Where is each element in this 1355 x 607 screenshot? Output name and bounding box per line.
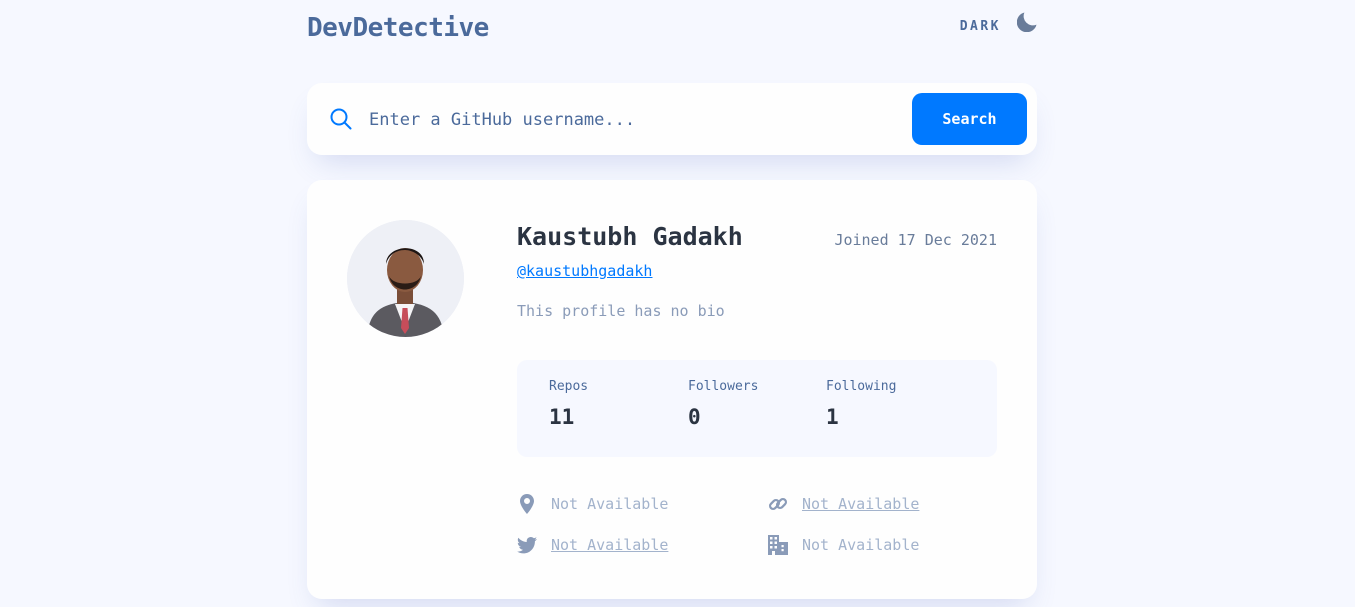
company-text: Not Available: [802, 536, 920, 554]
header: DevDetective DARK: [307, 0, 1037, 58]
search-input[interactable]: [367, 103, 891, 137]
stat-followers: Followers 0: [688, 379, 758, 429]
stat-value: 11: [549, 405, 575, 429]
location-info: Not Available: [517, 494, 668, 514]
app-logo: DevDetective: [307, 13, 489, 43]
stat-repos: Repos 11: [549, 379, 588, 429]
theme-toggle[interactable]: DARK: [960, 12, 1037, 36]
twitter-info: Not Available: [517, 535, 668, 555]
moon-icon: [1016, 12, 1037, 36]
stat-label: Following: [826, 379, 897, 394]
twitter-link[interactable]: Not Available: [551, 536, 668, 554]
website-link[interactable]: Not Available: [802, 495, 919, 513]
stat-following: Following 1: [826, 379, 896, 429]
website-info: Not Available: [768, 494, 919, 514]
stat-value: 0: [688, 405, 701, 429]
building-icon: [768, 535, 788, 555]
search-button[interactable]: Search: [912, 93, 1027, 145]
theme-toggle-label: DARK: [959, 18, 1001, 34]
company-info: Not Available: [768, 535, 919, 555]
stat-label: Followers: [688, 379, 759, 394]
profile-card: Kaustubh Gadakh Joined 17 Dec 2021 @kaus…: [307, 180, 1037, 599]
profile-bio: This profile has no bio: [517, 302, 725, 320]
stats-panel: Repos 11 Followers 0 Following 1: [517, 360, 997, 457]
search-icon: [330, 108, 352, 134]
location-text: Not Available: [551, 495, 669, 513]
twitter-icon: [517, 535, 537, 555]
profile-name: Kaustubh Gadakh: [517, 222, 743, 251]
app-container: DevDetective DARK Search: [307, 0, 1037, 599]
joined-date: Joined 17 Dec 2021: [834, 231, 997, 249]
stat-label: Repos: [549, 379, 589, 394]
link-icon: [768, 494, 788, 514]
avatar: [347, 220, 464, 337]
search-bar: Search: [307, 83, 1037, 155]
stat-value: 1: [826, 405, 839, 429]
location-pin-icon: [517, 494, 537, 514]
profile-login-link[interactable]: @kaustubhgadakh: [517, 262, 652, 280]
